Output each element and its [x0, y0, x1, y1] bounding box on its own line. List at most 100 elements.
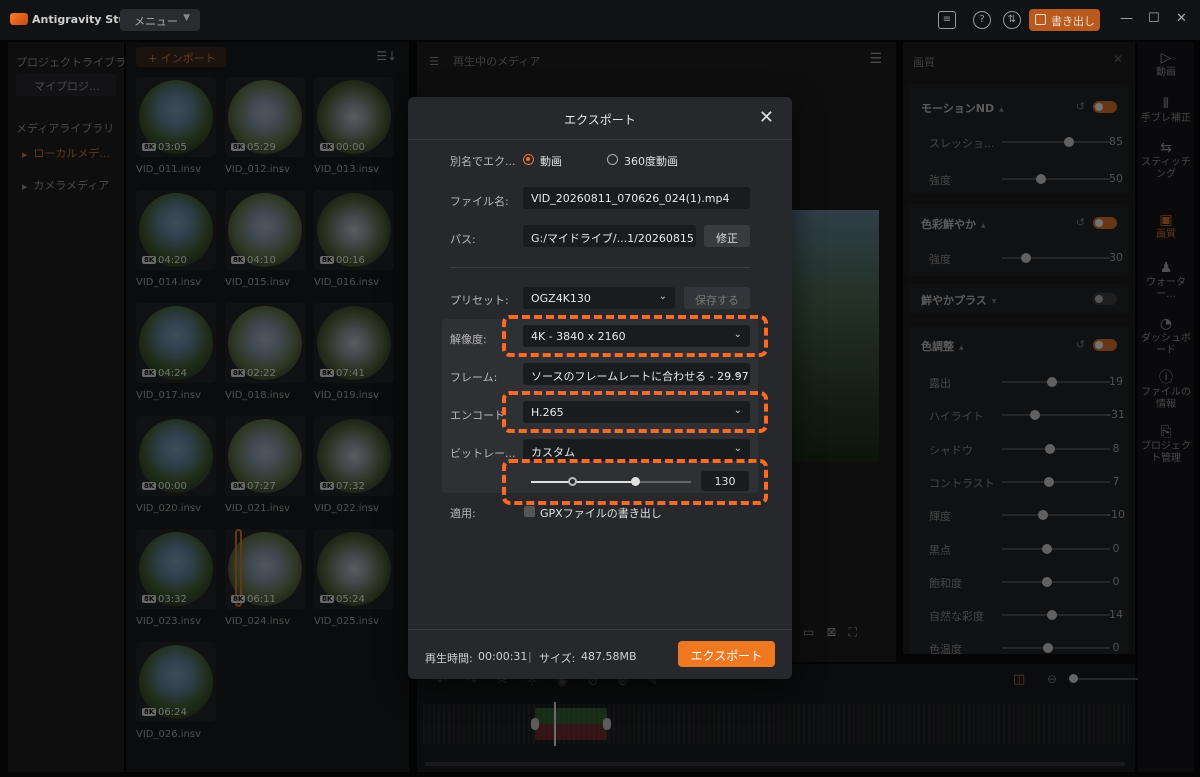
- param-slider[interactable]: [1002, 141, 1110, 143]
- close-icon[interactable]: ✕: [1113, 52, 1123, 66]
- video-preview[interactable]: [789, 210, 879, 462]
- media-thumbnail[interactable]: 8K 03:32: [136, 529, 216, 609]
- param-knob[interactable]: [1047, 377, 1057, 387]
- param-knob[interactable]: [1021, 253, 1031, 263]
- param-slider[interactable]: [1002, 414, 1110, 417]
- radio-360[interactable]: [607, 154, 618, 165]
- timeline-scrollbar[interactable]: [425, 762, 1125, 766]
- media-thumbnail[interactable]: 8K 06:11: [225, 529, 305, 609]
- media-thumbnail[interactable]: 8K 00:16: [314, 190, 394, 270]
- param-slider[interactable]: [1002, 480, 1110, 483]
- nav-item[interactable]: ⓘ ファイルの情報: [1138, 371, 1194, 411]
- import-button[interactable]: + インポート: [136, 47, 226, 67]
- param-knob[interactable]: [1036, 174, 1046, 184]
- param-slider[interactable]: [1002, 257, 1110, 259]
- media-thumbnail[interactable]: 8K 07:27: [225, 416, 305, 496]
- reset-icon[interactable]: ↺: [1076, 216, 1085, 229]
- media-thumbnail[interactable]: 8K 05:24: [314, 529, 394, 609]
- nav-item[interactable]: ⇆ スティッチング: [1138, 141, 1194, 181]
- param-knob[interactable]: [1042, 543, 1052, 554]
- section-title[interactable]: 色調整 ▲: [921, 338, 964, 354]
- nav-item[interactable]: ⫴ 手ブレ補正: [1138, 97, 1194, 125]
- writeback-button[interactable]: 書き出し: [1029, 9, 1100, 31]
- param-knob[interactable]: [1047, 610, 1057, 621]
- param-slider[interactable]: [1002, 647, 1110, 650]
- maximize-icon[interactable]: ☐: [1148, 11, 1160, 26]
- toggle-motion-nd[interactable]: [1093, 101, 1117, 113]
- menu-button[interactable]: メニュー ▼: [120, 9, 200, 31]
- preset-save-button[interactable]: 保存する: [684, 287, 750, 309]
- path-input[interactable]: G:/マイドライブ/...1/20260815: [523, 225, 696, 247]
- bitrate-select[interactable]: カスタム ⌄: [523, 439, 750, 461]
- zoom-out-icon[interactable]: ⊖: [1047, 672, 1057, 686]
- export-button[interactable]: エクスポート: [678, 641, 775, 667]
- toggle-color-adjust[interactable]: [1093, 339, 1117, 351]
- media-thumbnail[interactable]: 8K 02:22: [225, 303, 305, 383]
- param-slider[interactable]: [1002, 447, 1110, 450]
- timeline-track[interactable]: [423, 702, 1129, 746]
- nav-item[interactable]: ⎘ プロジェクト管理: [1138, 425, 1194, 465]
- timeline-clip[interactable]: [535, 708, 607, 740]
- path-edit-button[interactable]: 修正: [704, 225, 750, 247]
- media-thumbnail[interactable]: 8K 04:24: [136, 303, 216, 383]
- close-window-icon[interactable]: ✕: [1176, 11, 1187, 26]
- nav-item[interactable]: ♟ ウォーター...: [1138, 261, 1194, 301]
- player-controls[interactable]: ⊡▭⊠⛶: [781, 625, 869, 640]
- gpx-label[interactable]: GPXファイルの書き出し: [540, 505, 662, 521]
- param-knob[interactable]: [1045, 443, 1055, 454]
- sort-icon[interactable]: ☰↓: [376, 49, 397, 63]
- media-thumbnail[interactable]: 8K 03:05: [136, 77, 216, 157]
- param-knob[interactable]: [1042, 576, 1052, 587]
- close-icon[interactable]: ✕: [759, 107, 774, 128]
- help-icon[interactable]: ?: [973, 11, 991, 29]
- media-thumbnail[interactable]: 8K 00:00: [314, 77, 394, 157]
- sidebar-item-camera-media[interactable]: ▶ カメラメディア: [22, 177, 109, 193]
- frame-rate-select[interactable]: ソースのフレームレートに合わせる - 29.97 ⌄: [523, 363, 750, 385]
- media-thumbnail[interactable]: 8K 05:29: [225, 77, 305, 157]
- param-knob[interactable]: [1064, 137, 1074, 147]
- media-thumbnail[interactable]: 8K 07:32: [314, 416, 394, 496]
- param-slider[interactable]: [1002, 547, 1110, 550]
- media-thumbnail[interactable]: 8K 00:00: [136, 416, 216, 496]
- reset-icon[interactable]: ↺: [1076, 100, 1085, 113]
- reset-icon[interactable]: ↺: [1076, 338, 1085, 351]
- zoom-knob[interactable]: [1069, 674, 1078, 683]
- media-thumbnail[interactable]: 8K 06:24: [136, 642, 216, 722]
- filename-input[interactable]: VID_20260811_070626_024(1).mp4: [523, 187, 750, 209]
- toggle-vivid-plus[interactable]: [1093, 293, 1117, 305]
- sidebar-item-local-media[interactable]: ▶ ローカルメデ...: [22, 145, 110, 161]
- sync-icon[interactable]: ⇅: [1003, 11, 1021, 29]
- minimize-icon[interactable]: —: [1120, 11, 1133, 26]
- subtitle-icon[interactable]: ≡: [938, 11, 956, 29]
- param-knob[interactable]: [1038, 510, 1048, 521]
- radio-video[interactable]: [523, 154, 534, 165]
- clip-end-handle[interactable]: [603, 718, 611, 730]
- preset-select[interactable]: OGZ4K130 ⌄: [523, 287, 675, 309]
- radio-video-label[interactable]: 動画: [540, 153, 562, 169]
- param-slider[interactable]: [1002, 514, 1110, 517]
- media-thumbnail[interactable]: 8K 07:41: [314, 303, 394, 383]
- section-title[interactable]: 鮮やかプラス ▼: [921, 292, 996, 308]
- nav-item[interactable]: ▷ 動画: [1138, 51, 1194, 79]
- section-title[interactable]: モーションND ▲: [921, 100, 1004, 116]
- param-slider[interactable]: [1002, 178, 1110, 180]
- param-knob[interactable]: [1043, 643, 1053, 654]
- playhead[interactable]: [554, 702, 556, 746]
- my-project-button[interactable]: マイプロジ...: [16, 74, 116, 96]
- split-icon[interactable]: ◫: [1013, 672, 1025, 687]
- param-knob[interactable]: [1044, 476, 1054, 487]
- clip-start-handle[interactable]: [531, 718, 539, 730]
- toggle-vivid[interactable]: [1093, 217, 1117, 229]
- media-thumbnail[interactable]: 8K 04:20: [136, 190, 216, 270]
- param-slider[interactable]: [1002, 580, 1110, 583]
- list-icon[interactable]: ☰: [429, 55, 441, 68]
- gpx-checkbox[interactable]: [524, 506, 535, 517]
- hamburger-icon[interactable]: ☰: [869, 51, 882, 67]
- radio-360-label[interactable]: 360度動画: [624, 153, 678, 169]
- section-title[interactable]: 色彩鮮やか ▲: [921, 216, 986, 232]
- media-thumbnail[interactable]: 8K 04:10: [225, 190, 305, 270]
- nav-item[interactable]: ▣ 画質: [1138, 213, 1194, 241]
- frame-label: フレーム:: [450, 371, 498, 384]
- param-knob[interactable]: [1030, 410, 1040, 421]
- nav-item[interactable]: ◔ ダッシュボード: [1138, 317, 1194, 357]
